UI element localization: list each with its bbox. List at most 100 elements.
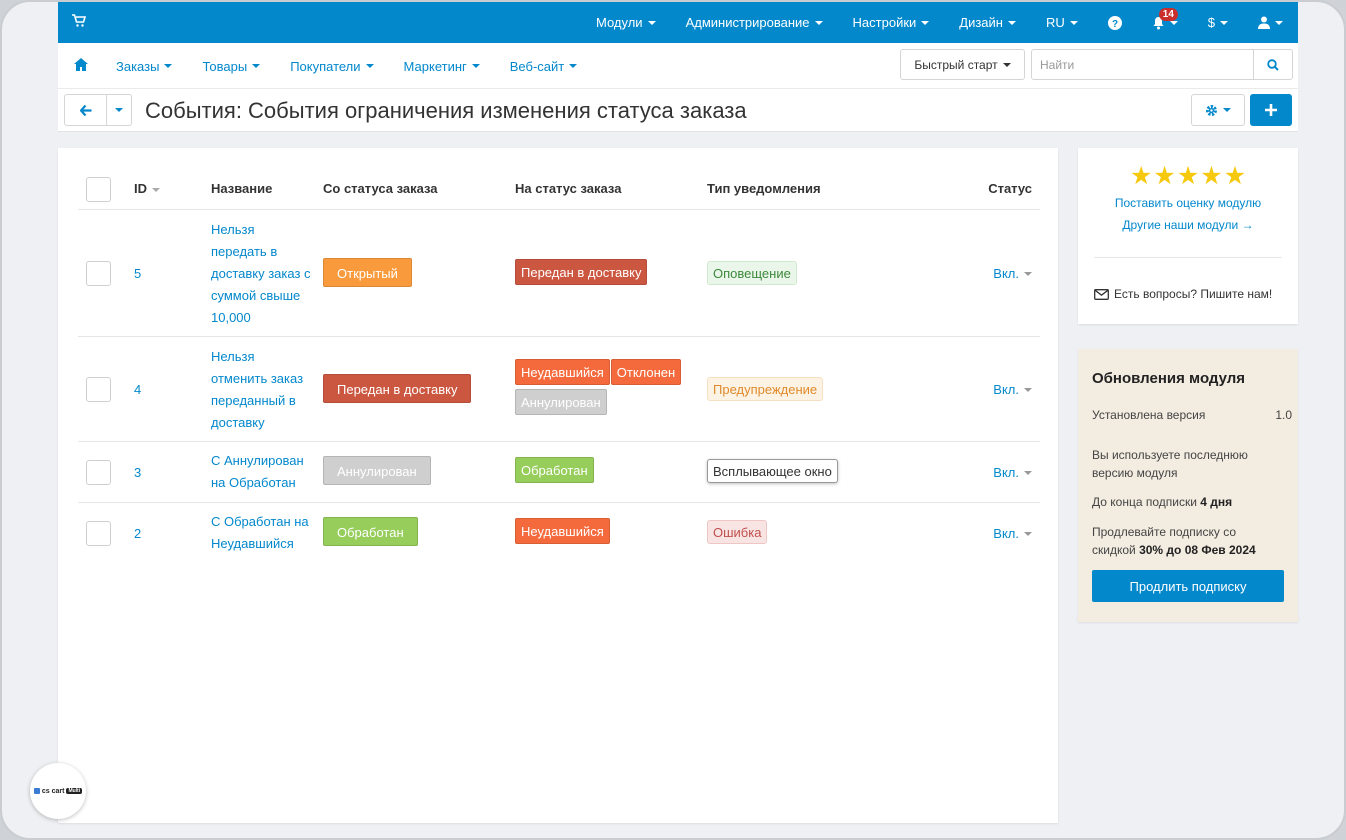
status-label: Обработан [323,517,418,546]
status-label: Аннулирован [515,389,607,415]
menu-language[interactable]: RU [1031,2,1093,43]
menu-design[interactable]: Дизайн [944,2,1031,43]
star-icon: ★ [1130,162,1153,190]
gear-icon [1206,104,1217,116]
header-id[interactable]: ID [134,181,160,196]
row-name-link[interactable]: С Обработан на Неудавшийся [211,511,315,555]
nav-products-label: Товары [202,58,248,74]
nav-marketing[interactable]: Маркетинг [404,59,480,74]
chevron-down-icon [164,64,173,68]
row-checkbox[interactable] [86,460,111,485]
status-label: Неудавшийся [515,518,610,544]
chevron-down-icon [365,64,374,68]
header-from-status[interactable]: Со статуса заказа [323,181,438,196]
notification-type-label: Оповещение [707,261,797,285]
updates-title: Обновления модуля [1092,370,1246,387]
menu-language-label: RU [1045,15,1065,30]
notification-type-label: Ошибка [707,520,768,544]
quick-start-button[interactable]: Быстрый старт [900,49,1025,80]
settings-dropdown-button[interactable] [1191,94,1245,126]
contact-link[interactable]: Есть вопросы? Пишите нам! [1094,287,1272,301]
row-name-link[interactable]: Нельзя отменить заказ переданный в доста… [211,346,311,434]
chevron-down-icon [1007,20,1016,25]
rating-stars[interactable]: ★ ★ ★ ★ ★ [1130,164,1247,189]
module-updates-panel: Обновления модуля Установлена версия 1.0… [1078,349,1298,622]
renew-subscription-button[interactable]: Продлить подписку [1092,570,1284,602]
notifications-button[interactable]: 14 [1137,2,1193,43]
user-icon [1258,16,1270,29]
chevron-down-icon [252,64,261,68]
header-notification-type[interactable]: Тип уведомления [707,181,821,196]
rating-panel: ★ ★ ★ ★ ★ Поставить оценку модулю Другие наш… [1078,148,1298,324]
row-status-dropdown[interactable]: Вкл. [993,526,1032,541]
currency-menu[interactable]: $ [1193,2,1243,43]
sort-icon [152,187,160,192]
logo-mark-icon [33,788,40,794]
nav-orders[interactable]: Заказы [116,58,173,74]
status-label: Обработан [515,457,594,483]
page-title: События: События ограничения изменения с… [145,98,747,123]
logo-content: cs cart Multi [33,788,83,795]
svg-text:?: ? [1112,19,1118,30]
home-icon[interactable] [74,58,88,71]
menu-administration[interactable]: Администрирование [671,2,838,43]
row-name-link[interactable]: С Аннулирован на Обработан [211,450,311,494]
row-id-link[interactable]: 2 [134,526,141,541]
chevron-down-icon [1024,271,1032,276]
row-id-link[interactable]: 3 [134,465,141,480]
nav-customers-label: Покупатели [290,58,361,74]
to-status-labels: Неудавшийся ОтклоненАннулирован [515,359,695,419]
notification-type: Всплывающее окно [707,459,838,483]
subscription-days: 4 дня [1200,495,1233,509]
add-event-button[interactable] [1250,94,1292,126]
back-dropdown-toggle[interactable] [107,95,131,125]
cart-icon[interactable] [72,14,86,28]
search-input[interactable] [1032,50,1253,79]
header-name[interactable]: Название [211,181,272,196]
divider [1094,257,1282,258]
subscription-prefix: До конца подписки [1092,495,1201,509]
from-status-labels: Передан в доставку [323,374,472,403]
row-checkbox[interactable] [86,521,111,546]
nav-website-label: Веб-сайт [509,58,565,74]
header-status[interactable]: Статус [988,181,1032,196]
chevron-down-icon [1024,470,1032,475]
row-status-dropdown[interactable]: Вкл. [993,382,1032,397]
row-name-link[interactable]: Нельзя передать в доставку заказ с суммо… [211,219,311,329]
notification-type: Предупреждение [707,377,824,401]
star-icon: ★ [1223,162,1247,190]
chevron-down-icon [1275,20,1283,25]
status-label: Неудавшийся [515,359,610,385]
user-menu[interactable] [1243,2,1298,43]
row-id-link[interactable]: 5 [134,266,141,281]
search-button[interactable] [1253,50,1292,79]
nav-customers[interactable]: Покупатели [290,58,374,74]
nav-website[interactable]: Веб-сайт [509,58,578,74]
cs-cart-logo[interactable]: cs cart Multi [30,763,86,819]
header-to-status[interactable]: На статус заказа [515,181,621,196]
row-checkbox[interactable] [86,377,111,402]
row-status-dropdown[interactable]: Вкл. [993,465,1032,480]
other-modules-link[interactable]: Другие наши модули → [1078,218,1298,232]
chevron-down-icon [569,64,578,68]
back-button[interactable] [65,95,107,125]
rate-module-link[interactable]: Поставить оценку модулю [1078,196,1298,210]
to-status-labels: Неудавшийся [515,518,611,548]
select-all-checkbox[interactable] [86,177,111,202]
help-button[interactable]: ? [1093,2,1137,43]
table-row: 2 С Обработан на Неудавшийся Обработан Н… [78,503,1040,564]
menu-modules-label: Модули [595,15,643,30]
row-id-link[interactable]: 4 [134,382,141,397]
table-row: 5 Нельзя передать в доставку заказ с сум… [78,210,1040,337]
chevron-down-icon [647,20,656,25]
to-status-labels: Обработан [515,457,595,487]
star-icon: ★ [1153,162,1176,190]
chevron-down-icon [1069,20,1078,25]
row-status-dropdown[interactable]: Вкл. [993,266,1032,281]
menu-settings[interactable]: Настройки [838,2,945,43]
row-checkbox[interactable] [86,261,111,286]
nav-products[interactable]: Товары [202,58,261,74]
nav-orders-label: Заказы [116,58,160,74]
promo-text: Продлевайте подписку со скидкой 30% до 0… [1092,523,1282,559]
menu-modules[interactable]: Модули [581,2,671,43]
